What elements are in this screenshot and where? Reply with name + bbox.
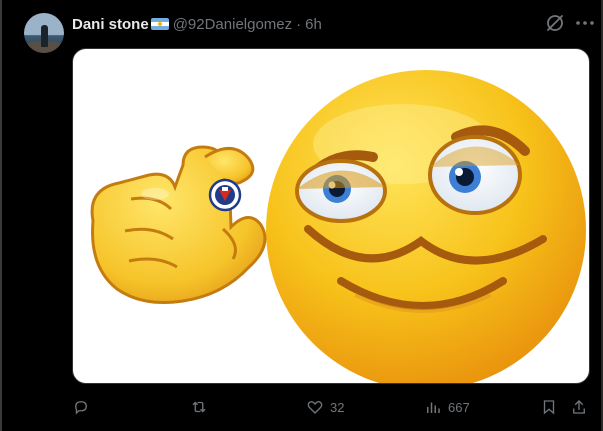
avatar[interactable] (24, 13, 64, 53)
post-timestamp[interactable]: 6h (305, 16, 322, 33)
author-handle[interactable]: @92Danielgomez (173, 16, 292, 33)
like-count: 32 (330, 399, 345, 415)
window-edge-left (0, 0, 2, 431)
argentina-flag-icon (150, 18, 169, 30)
views-icon (427, 402, 440, 413)
post-image[interactable] (72, 48, 590, 384)
avatar-figure (41, 25, 48, 47)
views-button[interactable]: 667 (424, 396, 470, 418)
share-button[interactable] (570, 396, 588, 418)
reply-icon (75, 401, 87, 415)
emoji-face (266, 70, 586, 383)
more-options-button[interactable] (574, 12, 596, 34)
bookmark-button[interactable] (540, 396, 558, 418)
separator-dot: · (296, 15, 302, 33)
repost-icon (192, 401, 206, 413)
bookmark-icon (543, 400, 555, 415)
like-button[interactable]: 32 (306, 396, 344, 418)
heart-icon (307, 400, 323, 414)
author-name[interactable]: Dani stone (72, 16, 149, 33)
more-dots-icon (576, 21, 594, 25)
grok-button[interactable] (544, 12, 566, 34)
views-count: 667 (448, 399, 470, 415)
post-image-illustration (90, 70, 586, 383)
grok-icon (547, 15, 563, 31)
pinching-hand (90, 145, 267, 304)
share-icon (573, 400, 585, 414)
reply-button[interactable] (72, 396, 96, 418)
action-bar: 32 667 (72, 396, 594, 418)
repost-button[interactable] (190, 396, 214, 418)
post-header: Dani stone @92Danielgomez · 6h (72, 14, 322, 34)
chile-football-crest (208, 178, 242, 212)
